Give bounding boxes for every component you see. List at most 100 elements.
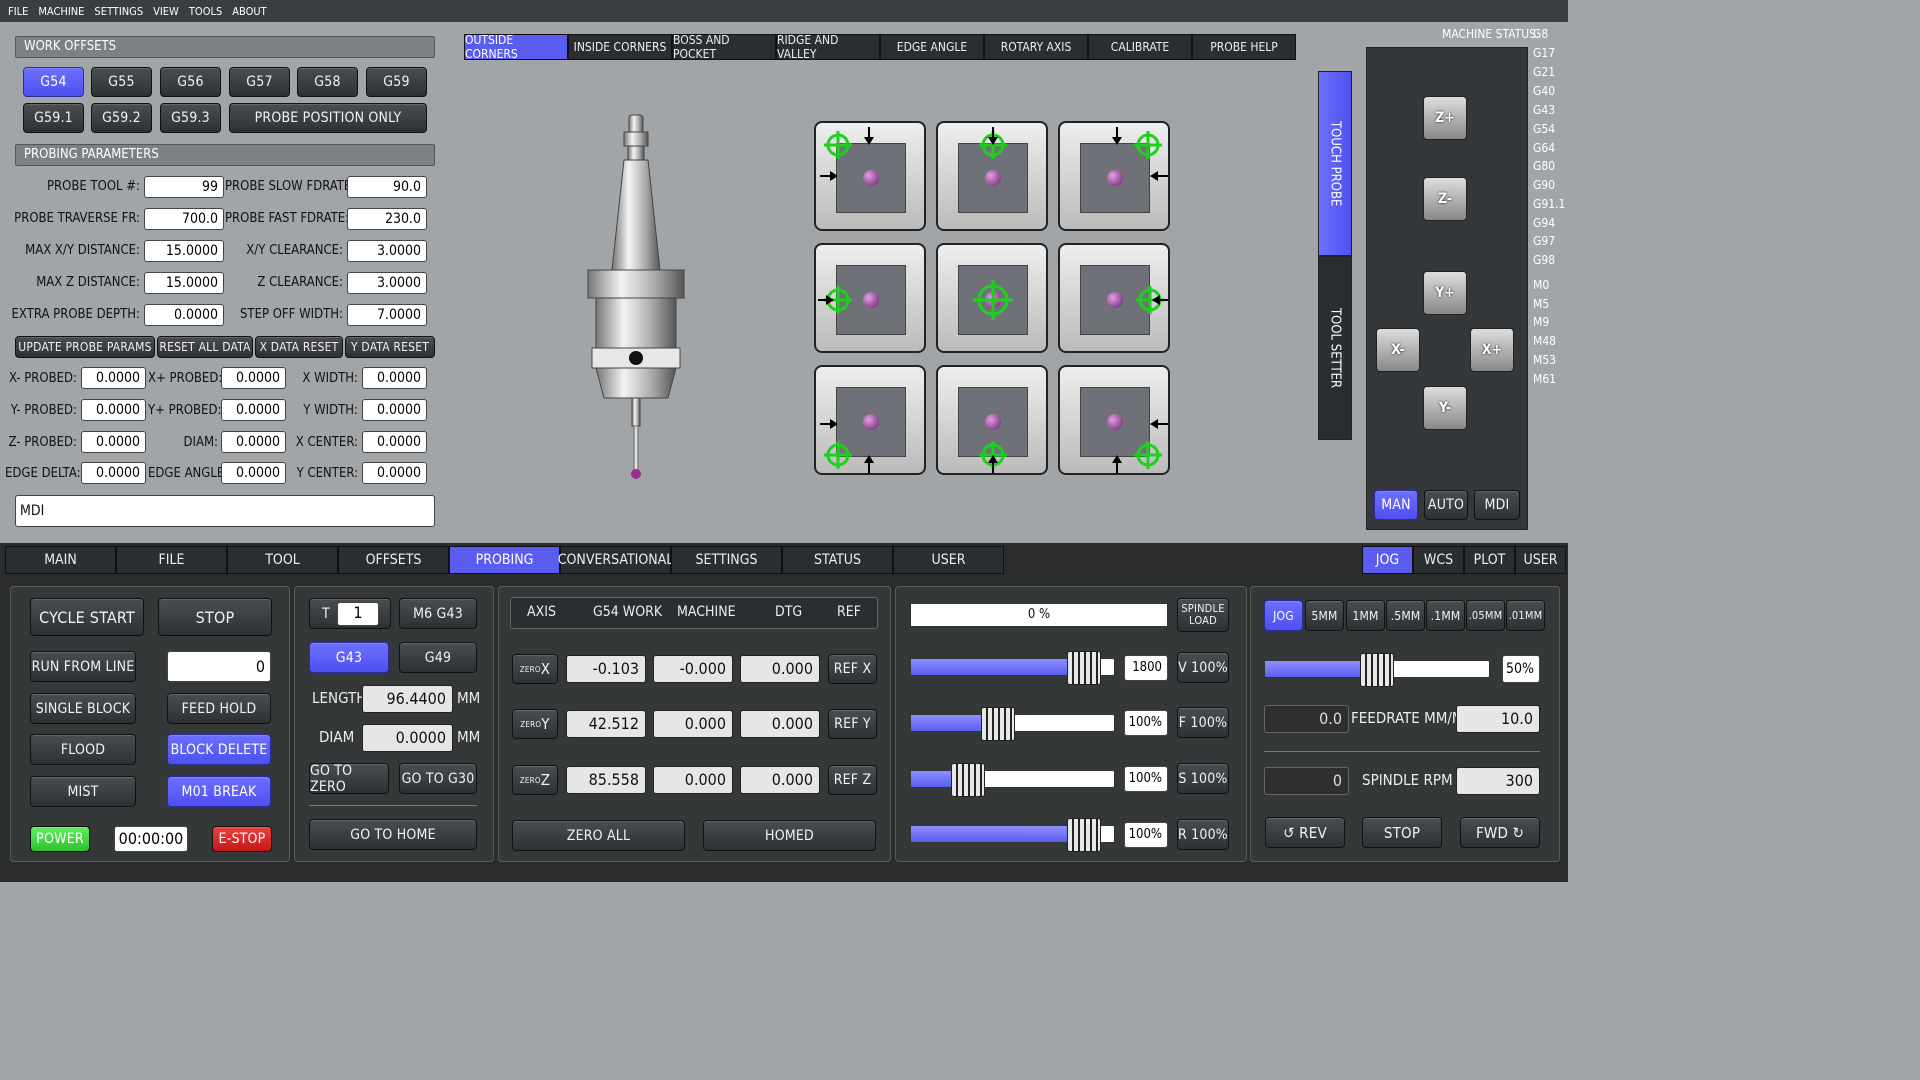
tab-calibrate[interactable]: CALIBRATE [1088,34,1192,60]
touch-probe-side-tab[interactable]: TOUCH PROBE [1318,71,1352,256]
tab-file[interactable]: FILE [116,546,227,574]
zero-all-button[interactable]: ZERO ALL [512,820,685,851]
probe-position-only-button[interactable]: PROBE POSITION ONLY [229,103,427,133]
jog-rate-slider[interactable] [1264,653,1490,687]
e-stop-button[interactable]: E-STOP [212,826,272,852]
probe-corner-top[interactable] [936,121,1048,231]
jog-increment-05mm[interactable]: .5MM [1386,600,1425,631]
block-delete-button[interactable]: BLOCK DELETE [167,734,271,765]
mode-man-button[interactable]: MAN [1374,490,1418,520]
jog-increment-01mm[interactable]: .1MM [1426,600,1465,631]
tab-ridge-and-valley[interactable]: RIDGE AND VALLEY [776,33,880,61]
stop-button[interactable]: STOP [158,598,272,636]
max-xy-distance-field[interactable]: 15.0000 [144,240,224,262]
spindle-reset-button[interactable]: S 100% [1177,763,1229,794]
spindle-reverse-button[interactable]: ↺ REV [1265,817,1345,848]
cycle-start-button[interactable]: CYCLE START [30,598,144,636]
offset-g59-button[interactable]: G59 [366,67,427,97]
offset-g55-button[interactable]: G55 [91,67,152,97]
tab-main[interactable]: MAIN [5,546,116,574]
feedrate-value[interactable]: 10.0 [1456,705,1540,733]
tab-boss-and-pocket[interactable]: BOSS AND POCKET [672,33,776,61]
tab-tool[interactable]: TOOL [227,546,338,574]
tab-probing[interactable]: PROBING [449,546,560,574]
tab-probe-help[interactable]: PROBE HELP [1192,34,1296,60]
m6-g43-button[interactable]: M6 G43 [399,598,477,629]
zero-y-button[interactable]: ZERO Y [512,709,558,739]
tab-plot[interactable]: PLOT [1464,546,1515,574]
offset-g56-button[interactable]: G56 [160,67,221,97]
probe-traverse-field[interactable]: 700.0 [144,208,224,230]
tab-settings[interactable]: SETTINGS [671,546,782,574]
menu-about[interactable]: ABOUT [232,5,266,18]
spindle-override-knob[interactable] [950,763,985,797]
probe-center[interactable] [936,243,1048,353]
feed-reset-button[interactable]: F 100% [1177,707,1229,738]
velocity-override-slider[interactable] [910,651,1115,685]
rapid-override-knob[interactable] [1066,818,1101,852]
jog-x-plus-button[interactable]: X+ [1470,328,1514,372]
jog-increment-5mm[interactable]: 5MM [1305,600,1344,631]
tab-outside-corners[interactable]: OUTSIDE CORNERS [464,33,568,61]
probe-corner-bottom-left[interactable] [814,365,926,475]
tab-user[interactable]: USER [893,546,1004,574]
tab-status[interactable]: STATUS [782,546,893,574]
tab-conversational[interactable]: CONVERSATIONAL [558,546,673,574]
menu-machine[interactable]: MACHINE [38,5,84,18]
g49-button[interactable]: G49 [399,642,477,673]
offset-g54-button[interactable]: G54 [23,67,84,97]
run-from-line-field[interactable]: 0 [167,651,271,682]
go-to-g30-button[interactable]: GO TO G30 [399,763,477,794]
tab-jog[interactable]: JOG [1362,546,1413,574]
probe-edge-right[interactable] [1058,243,1170,353]
probe-edge-left[interactable] [814,243,926,353]
update-probe-params-button[interactable]: UPDATE PROBE PARAMS [15,336,155,358]
m01-break-button[interactable]: M01 BREAK [167,776,271,807]
probe-tool-field[interactable]: 99 [144,176,224,198]
menu-view[interactable]: VIEW [153,5,179,18]
probe-corner-top-left[interactable] [814,121,926,231]
offset-g59-1-button[interactable]: G59.1 [23,103,84,133]
tab-rotary-axis[interactable]: ROTARY AXIS [984,34,1088,60]
reset-all-data-button[interactable]: RESET ALL DATA [157,336,253,358]
jog-increment-001mm[interactable]: .01MM [1506,600,1545,631]
tool-setter-side-tab[interactable]: TOOL SETTER [1318,256,1352,440]
y-data-reset-button[interactable]: Y DATA RESET [345,336,435,358]
mode-auto-button[interactable]: AUTO [1424,490,1468,520]
run-from-line-button[interactable]: RUN FROM LINE [30,651,136,682]
feed-override-slider[interactable] [910,707,1115,741]
velocity-override-knob[interactable] [1066,651,1101,685]
tab-wcs[interactable]: WCS [1413,546,1464,574]
offset-g59-3-button[interactable]: G59.3 [160,103,221,133]
zero-z-button[interactable]: ZERO Z [512,765,558,795]
max-z-distance-field[interactable]: 15.0000 [144,272,224,294]
mist-button[interactable]: MIST [30,776,136,807]
spindle-override-slider[interactable] [910,763,1115,797]
rapid-override-slider[interactable] [910,818,1115,852]
flood-button[interactable]: FLOOD [30,734,136,765]
jog-y-minus-button[interactable]: Y- [1423,386,1467,430]
menu-file[interactable]: FILE [8,5,28,18]
mdi-input[interactable]: MDI [15,495,435,527]
probe-corner-bottom[interactable] [936,365,1048,475]
jog-z-plus-button[interactable]: Z+ [1423,96,1467,140]
jog-increment-1mm[interactable]: 1MM [1346,600,1385,631]
tab-inside-corners[interactable]: INSIDE CORNERS [568,34,672,60]
probe-fast-fdrate-field[interactable]: 230.0 [347,208,427,230]
single-block-button[interactable]: SINGLE BLOCK [30,693,136,724]
go-to-home-button[interactable]: GO TO HOME [309,819,477,850]
tab-offsets[interactable]: OFFSETS [338,546,449,574]
extra-probe-depth-field[interactable]: 0.0000 [144,304,224,326]
tab-user-right[interactable]: USER [1515,546,1566,574]
menu-settings[interactable]: SETTINGS [94,5,143,18]
offset-g57-button[interactable]: G57 [229,67,290,97]
spindle-rpm-value[interactable]: 300 [1456,767,1540,795]
feed-hold-button[interactable]: FEED HOLD [167,693,271,724]
ref-x-button[interactable]: REF X [828,654,877,684]
jog-rate-knob[interactable] [1360,653,1394,687]
ref-y-button[interactable]: REF Y [828,709,877,739]
offset-g58-button[interactable]: G58 [297,67,358,97]
jog-x-minus-button[interactable]: X- [1376,328,1420,372]
homed-button[interactable]: HOMED [703,820,876,851]
step-off-width-field[interactable]: 7.0000 [347,304,427,326]
